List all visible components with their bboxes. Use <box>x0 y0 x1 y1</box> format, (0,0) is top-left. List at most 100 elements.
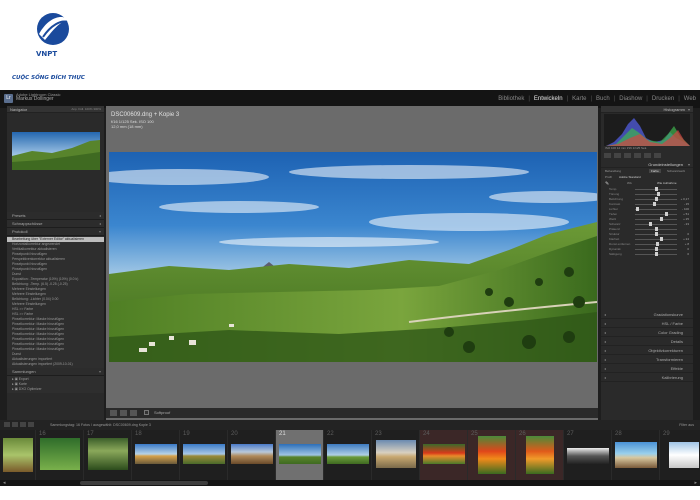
module-bibliothek[interactable]: Bibliothek <box>498 96 524 102</box>
before-after-icon[interactable] <box>120 410 127 416</box>
history-item[interactable]: Aktualisierungen importiert (2009-10-01) <box>7 362 104 367</box>
filmstrip-thumbnail[interactable] <box>183 444 225 464</box>
secondary-display-icon[interactable] <box>4 422 10 427</box>
slider-knob[interactable] <box>654 227 658 231</box>
slider-knob[interactable] <box>654 187 658 191</box>
scroll-right-icon[interactable]: ▸ <box>694 480 697 486</box>
filmstrip-cell[interactable]: 29 <box>660 430 700 480</box>
radial-filter-icon[interactable] <box>644 153 651 158</box>
module-entwickeln[interactable]: Entwickeln <box>534 96 563 102</box>
filmstrip-cell[interactable]: 20 <box>228 430 276 480</box>
wb-select[interactable]: Wie Aufnahme <box>657 181 677 185</box>
slider-knob[interactable] <box>654 252 658 256</box>
filmstrip-source-info[interactable]: Sammlungstag: 16 Fotos / ausgewählt: DSC… <box>50 423 151 427</box>
loupe-view-icon[interactable] <box>110 410 117 416</box>
section-snapshots[interactable]: Schnappschüsse ◂ <box>7 220 104 228</box>
forward-arrow-icon[interactable] <box>28 422 34 427</box>
filmstrip-cell[interactable]: 24 <box>420 430 468 480</box>
filmstrip-cell[interactable]: 21 <box>276 430 324 480</box>
navigator-preview[interactable] <box>12 132 100 170</box>
spot-removal-icon[interactable] <box>614 153 621 158</box>
slider-track[interactable] <box>635 204 677 205</box>
section-presets[interactable]: Presets ◂ <box>7 212 104 220</box>
back-arrow-icon[interactable] <box>20 422 26 427</box>
filmstrip-thumbnail[interactable] <box>423 444 465 464</box>
filmstrip-thumbnail[interactable] <box>567 448 609 464</box>
slider-track[interactable] <box>635 209 677 210</box>
filmstrip-thumbnail[interactable] <box>526 436 554 474</box>
slider-knob[interactable] <box>649 222 653 226</box>
filmstrip-thumbnail[interactable] <box>478 436 506 474</box>
grid-view-icon[interactable] <box>12 422 18 427</box>
slider-knob[interactable] <box>659 217 663 221</box>
slider-knob[interactable] <box>659 237 663 241</box>
panel-section[interactable]: ◂ Color Grading <box>601 328 693 337</box>
panel-section[interactable]: ◂ HSL / Farbe <box>601 319 693 328</box>
section-collections[interactable]: Sammlungen ▾ <box>7 368 104 376</box>
profile-select[interactable]: Adobe Standard <box>619 175 641 179</box>
panel-section[interactable]: ◂ Kalibrierung <box>601 373 693 382</box>
slider-knob[interactable] <box>635 207 639 211</box>
collection-item[interactable]: ▸ ▣ DXO Optimizer <box>7 387 104 392</box>
histogram-header[interactable]: Histogramm ▾ <box>601 106 693 113</box>
filmstrip-thumbnail[interactable] <box>376 440 416 468</box>
treatment-bw-option[interactable]: Schwarzweiß <box>667 169 685 173</box>
slider-value[interactable]: 0 <box>687 252 689 257</box>
filmstrip-thumbnail[interactable] <box>669 442 699 468</box>
filmstrip-cell[interactable]: 22 <box>324 430 372 480</box>
scrollbar-thumb[interactable] <box>80 481 208 485</box>
slider-knob[interactable] <box>655 197 659 201</box>
filmstrip-cell[interactable]: 28 <box>612 430 660 480</box>
landscape-photo[interactable] <box>109 152 597 362</box>
panel-section[interactable]: ◂ Effekte <box>601 364 693 373</box>
navigator-header[interactable]: Navigator Anp. Füll. 100% 300% <box>7 106 104 113</box>
filmstrip-cell[interactable]: 18 <box>132 430 180 480</box>
slider-track[interactable] <box>635 224 677 225</box>
filmstrip-cell[interactable]: 16 <box>36 430 84 480</box>
slider-knob[interactable] <box>654 247 658 251</box>
filmstrip-filter[interactable]: Filter aus <box>679 423 694 427</box>
filmstrip-cell[interactable]: 17 <box>84 430 132 480</box>
gradient-filter-icon[interactable] <box>634 153 641 158</box>
module-karte[interactable]: Karte <box>572 96 586 102</box>
treatment-color-option[interactable]: Farbe <box>649 169 661 173</box>
section-history[interactable]: Protokoll ▾ <box>7 228 104 236</box>
panel-section[interactable]: ◂ Objektivkorrekturen <box>601 346 693 355</box>
filmstrip-cell[interactable]: 27 <box>564 430 612 480</box>
module-diashow[interactable]: Diashow <box>619 96 642 102</box>
slider-track[interactable] <box>635 239 677 240</box>
panel-section[interactable]: ◂ Details <box>601 337 693 346</box>
slider-knob[interactable] <box>652 202 656 206</box>
navigator-zoom[interactable]: Anp. Füll. 100% 300% <box>71 106 101 113</box>
module-buch[interactable]: Buch <box>596 96 610 102</box>
filmstrip-thumbnail[interactable] <box>615 442 657 468</box>
brush-tool-icon[interactable] <box>654 153 661 158</box>
filmstrip-thumbnail[interactable] <box>231 444 273 464</box>
slider-track[interactable] <box>635 219 677 220</box>
module-drucken[interactable]: Drucken <box>652 96 674 102</box>
filmstrip-thumbnail[interactable] <box>88 438 128 470</box>
filmstrip-cell[interactable]: 19 <box>180 430 228 480</box>
slider-knob[interactable] <box>656 242 660 246</box>
slider-knob[interactable] <box>665 212 668 216</box>
panel-section[interactable]: ◂ Gradationskurve <box>601 310 693 319</box>
filmstrip-cell[interactable] <box>0 430 36 480</box>
filmstrip-cell[interactable]: 23 <box>372 430 420 480</box>
filmstrip-scrollbar[interactable]: ◂ ▸ <box>0 480 700 486</box>
module-web[interactable]: Web <box>684 96 696 102</box>
slider-knob[interactable] <box>656 192 660 196</box>
slider-knob[interactable] <box>654 232 658 236</box>
slider-track[interactable] <box>635 214 677 215</box>
softproof-checkbox[interactable] <box>144 410 149 415</box>
red-eye-icon[interactable] <box>624 153 631 158</box>
filmstrip-cell[interactable]: 25 <box>468 430 516 480</box>
filmstrip-thumbnail[interactable] <box>327 444 369 464</box>
compare-icon[interactable] <box>130 410 137 416</box>
filmstrip-thumbnail[interactable] <box>279 444 321 464</box>
crop-tool-icon[interactable] <box>604 153 611 158</box>
filmstrip-thumbnail[interactable] <box>135 444 177 464</box>
filmstrip-thumbnail[interactable] <box>40 438 80 470</box>
filmstrip-thumbnail[interactable] <box>3 438 33 472</box>
scroll-left-icon[interactable]: ◂ <box>3 480 6 486</box>
filmstrip-cell[interactable]: 26 <box>516 430 564 480</box>
